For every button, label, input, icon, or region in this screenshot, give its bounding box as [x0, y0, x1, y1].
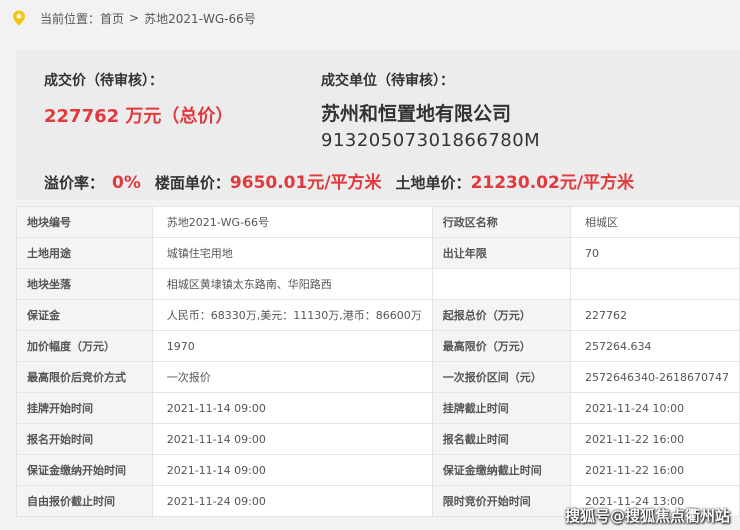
table-key: 报名开始时间 — [16, 423, 153, 455]
table-value: 2572646340-2618670747 — [570, 361, 740, 393]
table-key: 挂牌截止时间 — [431, 392, 572, 424]
table-value: 2021-11-14 09:00 — [151, 392, 433, 424]
table-key: 最高限价（万元） — [431, 330, 572, 362]
table-key: 最高限价后竞价方式 — [16, 361, 153, 393]
table-key: 自由报价截止时间 — [16, 485, 153, 517]
table-row: 挂牌开始时间 2021-11-14 09:00 挂牌截止时间 2021-11-2… — [16, 392, 740, 424]
table-value: 2021-11-14 09:00 — [151, 454, 433, 486]
table-key: 行政区名称 — [431, 206, 572, 238]
deal-metrics: 溢价率： 0% 楼面单价： 9650.01元/平方米 土地单价： 21230.0… — [44, 168, 648, 193]
land-price-label: 土地单价： — [395, 174, 471, 192]
table-value — [570, 268, 740, 300]
table-value: 城镇住宅用地 — [151, 237, 433, 269]
table-row: 最高限价后竞价方式 一次报价 一次报价区间（元） 2572646340-2618… — [16, 361, 740, 393]
deal-unit-label: 成交单位（待审核）： — [321, 73, 454, 89]
deal-price-value: 227762 万元（总价） — [44, 106, 234, 127]
table-key: 土地用途 — [16, 237, 153, 269]
table-key: 保证金 — [16, 299, 153, 331]
table-key: 地块坐落 — [16, 268, 153, 300]
land-price-value: 21230.02元/平方米 — [470, 173, 635, 193]
table-key: 保证金缴纳截止时间 — [431, 454, 572, 486]
breadcrumb-current: 苏地2021-WG-66号 — [144, 11, 256, 26]
table-key: 加价幅度（万元） — [16, 330, 153, 362]
table-row: 报名开始时间 2021-11-14 09:00 报名截止时间 2021-11-2… — [16, 423, 740, 455]
deal-company-name: 苏州和恒置地有限公司 — [321, 103, 512, 125]
breadcrumb: 当前位置： 首页 > 苏地2021-WG-66号 — [0, 0, 740, 36]
breadcrumb-home-link[interactable]: 首页 — [100, 10, 124, 27]
deal-price-label: 成交价（待审核）： — [44, 73, 163, 89]
table-row: 保证金 人民币：68330万,美元：11130万,港币：86600万 起报总价（… — [16, 299, 740, 331]
floor-price-value: 9650.01元/平方米 — [229, 173, 382, 193]
table-row: 加价幅度（万元） 1970 最高限价（万元） 257264.634 — [16, 330, 740, 362]
premium-rate-value: 0% — [112, 173, 141, 193]
table-key: 地块编号 — [16, 206, 153, 238]
table-key: 出让年限 — [431, 237, 572, 269]
floor-price-label: 楼面单价： — [154, 174, 230, 192]
premium-rate-label: 溢价率： — [44, 174, 105, 192]
table-key: 报名截止时间 — [431, 423, 572, 455]
deal-company-code: 91320507301866780M — [321, 130, 541, 151]
table-value: 2021-11-24 09:00 — [151, 485, 433, 517]
table-value: 人民币：68330万,美元：11130万,港币：86600万 — [151, 299, 433, 331]
table-value: 2021-11-22 16:00 — [570, 423, 740, 455]
table-key: 起报总价（万元） — [431, 299, 572, 331]
table-value: 1970 — [151, 330, 433, 362]
table-value: 2021-11-24 10:00 — [570, 392, 740, 424]
deal-summary-card: 成交价（待审核）： 227762 万元（总价） 成交单位（待审核）： 苏州和恒置… — [16, 50, 740, 200]
breadcrumb-prefix: 当前位置： — [40, 11, 101, 26]
breadcrumb-separator: > — [129, 11, 140, 25]
table-key — [431, 268, 572, 300]
table-value: 苏地2021-WG-66号 — [151, 206, 433, 238]
table-key: 保证金缴纳开始时间 — [16, 454, 153, 486]
table-row: 地块编号 苏地2021-WG-66号 行政区名称 相城区 — [16, 206, 740, 238]
table-row: 土地用途 城镇住宅用地 出让年限 70 — [16, 237, 740, 269]
table-key: 挂牌开始时间 — [16, 392, 153, 424]
table-value: 2021-11-14 09:00 — [151, 423, 433, 455]
table-row: 地块坐落 相城区黄埭镇太东路南、华阳路西 — [16, 268, 740, 300]
table-value: 2021-11-22 16:00 — [570, 454, 740, 486]
table-value: 227762 — [570, 299, 740, 331]
watermark: 搜狐号@搜狐焦点衢州站 — [564, 507, 730, 525]
table-value: 70 — [570, 237, 740, 269]
table-value: 相城区黄埭镇太东路南、华阳路西 — [151, 268, 433, 300]
table-value: 257264.634 — [570, 330, 740, 362]
table-value: 一次报价 — [151, 361, 433, 393]
location-pin-icon — [13, 10, 25, 26]
table-key: 一次报价区间（元） — [431, 361, 572, 393]
table-value: 相城区 — [570, 206, 740, 238]
table-row: 保证金缴纳开始时间 2021-11-14 09:00 保证金缴纳截止时间 202… — [16, 454, 740, 486]
table-key: 限时竞价开始时间 — [431, 485, 572, 517]
land-info-table: 地块编号 苏地2021-WG-66号 行政区名称 相城区 土地用途 城镇住宅用地… — [16, 206, 740, 517]
